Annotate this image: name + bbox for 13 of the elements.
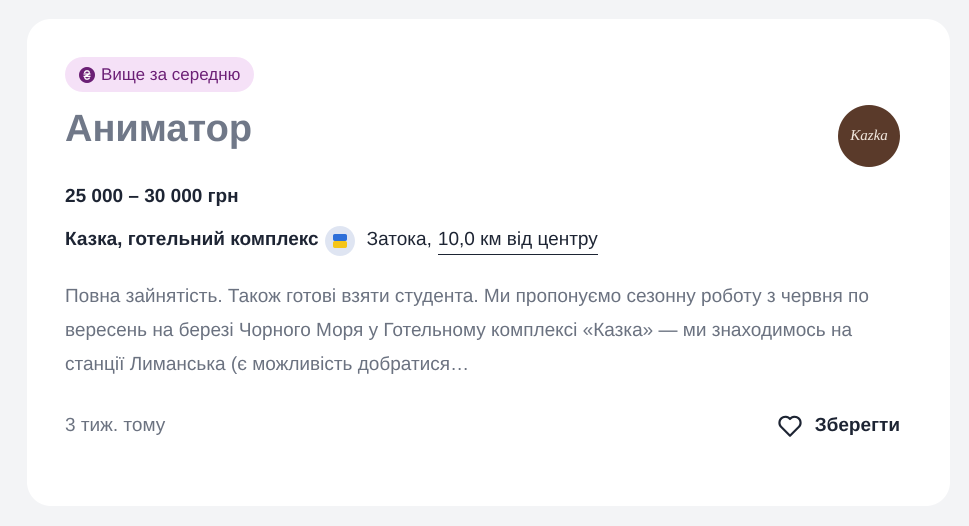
badge-label: Вище за середню [101, 64, 240, 86]
save-button[interactable]: Зберегти [776, 412, 900, 440]
company-logo: Kazka [838, 105, 900, 167]
distance-link[interactable]: 10,0 км від центру [438, 226, 598, 256]
posted-time: 3 тиж. тому [65, 414, 166, 438]
salary: 25 000 – 30 000 грн [65, 185, 240, 209]
company-name: Казка, готельний комплекс [65, 228, 319, 252]
hryvnia-icon [79, 66, 95, 82]
job-description: Повна зайнятість. Також готові взяти студента. Ми пропонуємо сезонну роботу з червня по вересень на березі Чорного Моря у Готельному комплексі «Казка» — ми знаходимось на станції Лиманська (є можливість добратися… [65, 284, 870, 376]
vacancy-card[interactable] [27, 19, 950, 506]
ukraine-flag-icon [324, 226, 355, 256]
city: Затока, [366, 228, 432, 252]
job-title[interactable]: Аниматор [65, 106, 254, 154]
